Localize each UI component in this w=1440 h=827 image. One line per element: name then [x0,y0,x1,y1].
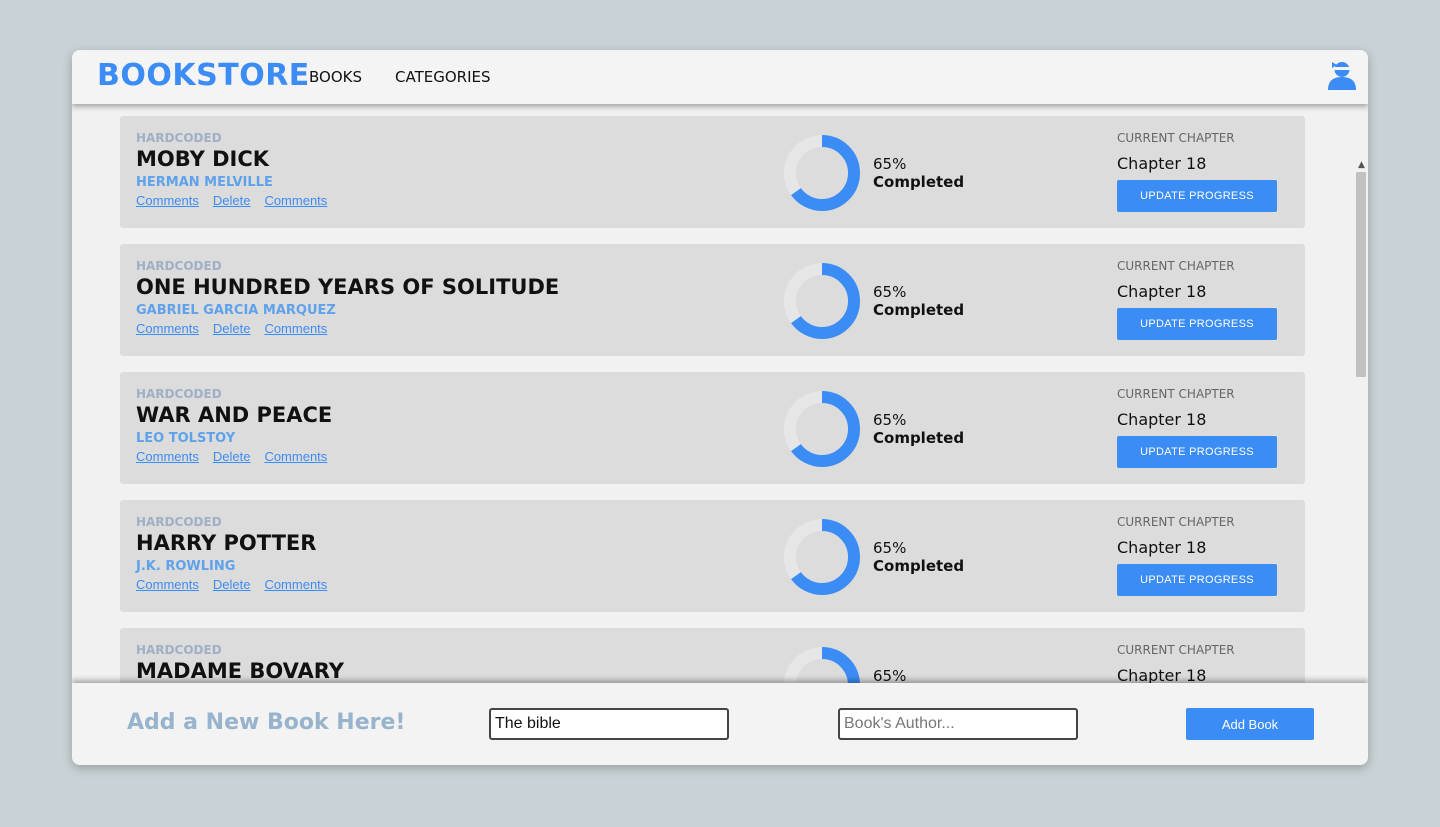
book-actions: Comments Delete Comments [136,193,341,208]
scrollbar[interactable]: ▲ ▼ [1354,158,1368,683]
book-card: HARDCODED MOBY DICK HERMAN MELVILLE Comment… [120,116,1305,228]
progress-ring [784,647,860,683]
scroll-thumb[interactable] [1356,172,1366,377]
book-genre: HARDCODED [136,643,222,657]
progress-percent: 65% [873,411,907,429]
progress-ring [784,391,860,467]
book-actions: Comments Delete Comments [136,577,341,592]
add-book-button[interactable]: Add Book [1186,708,1314,740]
nav-categories[interactable]: CATEGORIES [395,68,491,86]
book-title: WAR AND PEACE [136,403,333,427]
comments-link[interactable]: Comments [264,449,327,464]
add-book-form: Add a New Book Here! Add Book [72,683,1368,765]
update-progress-button[interactable]: UPDATE PROGRESS [1117,180,1277,212]
book-title: MADAME BOVARY [136,659,344,683]
comments-link[interactable]: Comments [264,577,327,592]
book-genre: HARDCODED [136,515,222,529]
current-chapter-label: CURRENT CHAPTER [1117,131,1235,145]
delete-link[interactable]: Delete [213,321,251,336]
progress-percent: 65% [873,283,907,301]
progress-percent: 65% [873,667,907,683]
book-author[interactable]: HERMAN MELVILLE [136,175,273,190]
app-window: BOOKSTORE BOOKS CATEGORIES HARDCODED MOBY… [72,50,1368,765]
current-chapter-value: Chapter 18 [1117,154,1207,173]
book-card: HARDCODED ONE HUNDRED YEARS OF SOLITUDE GA… [120,244,1305,356]
current-chapter-value: Chapter 18 [1117,410,1207,429]
comments-link[interactable]: Comments [264,321,327,336]
user-avatar-icon[interactable] [1328,60,1356,90]
current-chapter-label: CURRENT CHAPTER [1117,259,1235,273]
current-chapter-value: Chapter 18 [1117,538,1207,557]
comments-link[interactable]: Comments [136,321,199,336]
delete-link[interactable]: Delete [213,193,251,208]
progress-completed-label: Completed [873,173,965,191]
book-author-input[interactable] [838,708,1078,740]
book-genre: HARDCODED [136,131,222,145]
delete-link[interactable]: Delete [213,577,251,592]
brand-logo[interactable]: BOOKSTORE [97,58,310,93]
progress-ring [784,263,860,339]
delete-link[interactable]: Delete [213,449,251,464]
header: BOOKSTORE BOOKS CATEGORIES [72,50,1368,104]
book-title: HARRY POTTER [136,531,317,555]
book-genre: HARDCODED [136,387,222,401]
add-book-heading: Add a New Book Here! [127,710,406,735]
progress-ring [784,519,860,595]
current-chapter-label: CURRENT CHAPTER [1117,387,1235,401]
book-card: HARDCODED HARRY POTTER J.K. ROWLING Comment… [120,500,1305,612]
book-title-input[interactable] [489,708,729,740]
current-chapter-label: CURRENT CHAPTER [1117,515,1235,529]
progress-completed-label: Completed [873,557,965,575]
current-chapter-value: Chapter 18 [1117,282,1207,301]
update-progress-button[interactable]: UPDATE PROGRESS [1117,308,1277,340]
comments-link[interactable]: Comments [136,193,199,208]
book-card: HARDCODED MADAME BOVARY 65% CURRENT CHAPTER… [120,628,1305,683]
progress-percent: 65% [873,155,907,173]
current-chapter-label: CURRENT CHAPTER [1117,643,1235,657]
book-author[interactable]: LEO TOLSTOY [136,431,235,446]
progress-completed-label: Completed [873,301,965,319]
book-actions: Comments Delete Comments [136,321,341,336]
book-genre: HARDCODED [136,259,222,273]
book-title: MOBY DICK [136,147,270,171]
comments-link[interactable]: Comments [136,577,199,592]
comments-link[interactable]: Comments [264,193,327,208]
book-author[interactable]: J.K. ROWLING [136,559,235,574]
book-actions: Comments Delete Comments [136,449,341,464]
current-chapter-value: Chapter 18 [1117,666,1207,683]
progress-ring [784,135,860,211]
comments-link[interactable]: Comments [136,449,199,464]
progress-completed-label: Completed [873,429,965,447]
book-card: HARDCODED WAR AND PEACE LEO TOLSTOY Comment… [120,372,1305,484]
update-progress-button[interactable]: UPDATE PROGRESS [1117,564,1277,596]
nav-books[interactable]: BOOKS [309,68,362,86]
scroll-up-arrow-icon[interactable]: ▲ [1358,160,1365,170]
book-author[interactable]: GABRIEL GARCIA MARQUEZ [136,303,336,318]
book-title: ONE HUNDRED YEARS OF SOLITUDE [136,275,560,299]
book-list: HARDCODED MOBY DICK HERMAN MELVILLE Comment… [72,104,1368,683]
update-progress-button[interactable]: UPDATE PROGRESS [1117,436,1277,468]
progress-percent: 65% [873,539,907,557]
